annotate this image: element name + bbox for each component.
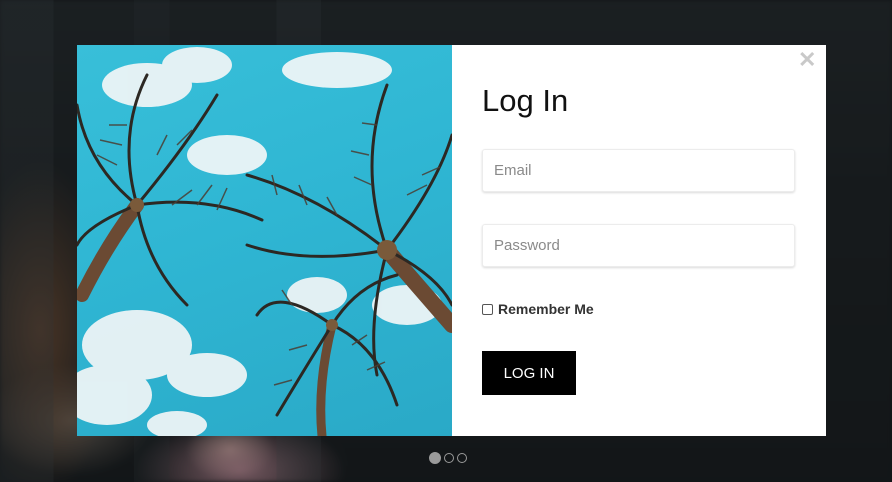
palm-trees-illustration bbox=[77, 47, 452, 436]
email-field[interactable] bbox=[482, 149, 795, 192]
login-form: ✕ Log In Remember Me LOG IN bbox=[452, 45, 826, 436]
login-button[interactable]: LOG IN bbox=[482, 351, 576, 395]
remember-me[interactable]: Remember Me bbox=[482, 301, 594, 317]
login-modal: ✕ Log In Remember Me LOG IN bbox=[77, 45, 826, 436]
carousel-dot[interactable] bbox=[444, 453, 454, 463]
password-field[interactable] bbox=[482, 224, 795, 267]
remember-me-label: Remember Me bbox=[498, 301, 594, 317]
modal-title: Log In bbox=[482, 83, 569, 118]
carousel-dots bbox=[429, 452, 467, 464]
close-icon[interactable]: ✕ bbox=[798, 49, 816, 71]
carousel-dot[interactable] bbox=[429, 452, 441, 464]
carousel-dot[interactable] bbox=[457, 453, 467, 463]
remember-me-checkbox[interactable] bbox=[482, 303, 493, 315]
palm-trees-image bbox=[77, 45, 452, 436]
